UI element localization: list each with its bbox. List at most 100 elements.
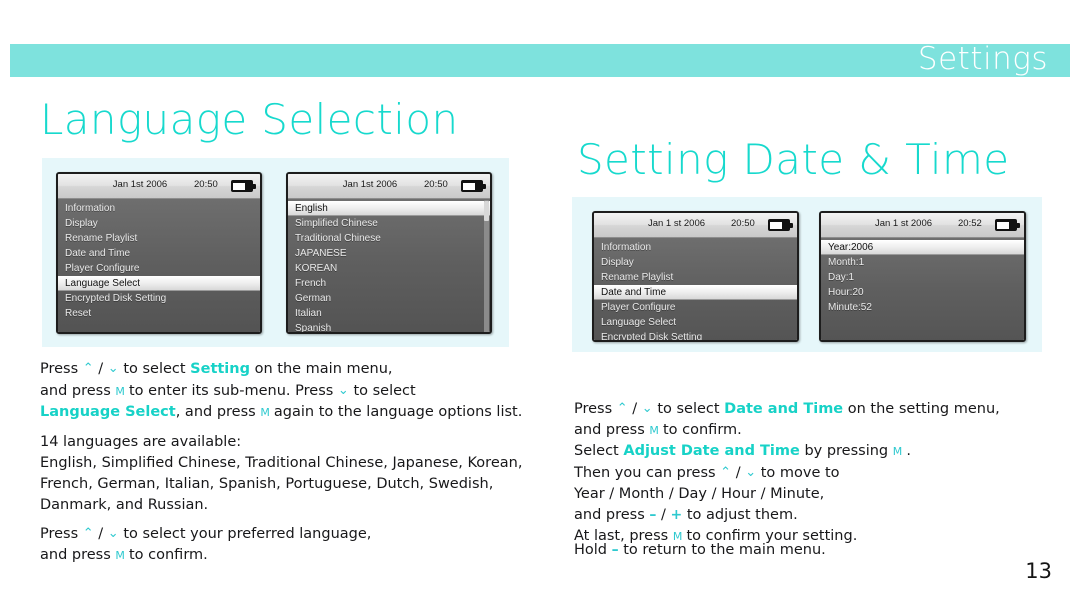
text: 14 languages are available: bbox=[40, 434, 242, 450]
device-status-bar: Jan 1st 2006 20:50 bbox=[58, 174, 260, 199]
down-arrow-icon: ⌄ bbox=[107, 526, 119, 541]
menu-item[interactable]: Player Configure bbox=[594, 300, 797, 315]
language-item[interactable]: Traditional Chinese bbox=[288, 231, 490, 246]
text: to select bbox=[123, 361, 186, 377]
status-time: 20:50 bbox=[424, 179, 448, 190]
minus-button-icon: – bbox=[611, 542, 619, 558]
language-item[interactable]: JAPANESE bbox=[288, 246, 490, 261]
menu-item[interactable]: Reset bbox=[58, 306, 260, 321]
text: on the setting menu, bbox=[847, 401, 1000, 417]
text: by pressing bbox=[804, 443, 889, 459]
device-status-bar: Jan 1 st 2006 20:52 bbox=[821, 213, 1024, 238]
highlight-setting: Setting bbox=[190, 361, 250, 377]
text: on the main menu, bbox=[254, 361, 393, 377]
text: to select bbox=[657, 401, 720, 417]
device-menu-list: Information Display Rename Playlist Date… bbox=[594, 238, 797, 340]
up-arrow-icon: ⌃ bbox=[720, 465, 732, 480]
text: Year / Month / Day / Hour / Minute, bbox=[574, 486, 825, 502]
menu-item[interactable]: Date and Time bbox=[58, 246, 260, 261]
m-button-icon: M bbox=[260, 406, 270, 419]
text: Then you can press bbox=[574, 465, 716, 481]
status-date: Jan 1st 2006 bbox=[112, 179, 168, 190]
language-item[interactable]: German bbox=[288, 291, 490, 306]
menu-item[interactable]: Rename Playlist bbox=[594, 270, 797, 285]
text: / bbox=[98, 361, 104, 377]
text: Danmark, and Russian. bbox=[40, 497, 209, 513]
manual-page: Settings Language Selection Jan 1st 2006… bbox=[0, 0, 1080, 605]
text: Press bbox=[574, 401, 613, 417]
text: . bbox=[906, 443, 911, 459]
header-title: Settings bbox=[917, 41, 1048, 77]
status-date: Jan 1 st 2006 bbox=[874, 218, 933, 229]
m-button-icon: M bbox=[115, 385, 125, 398]
page-title-language-selection: Language Selection bbox=[40, 95, 459, 144]
up-arrow-icon: ⌃ bbox=[616, 401, 628, 416]
text: / bbox=[632, 401, 638, 417]
menu-item[interactable]: Encrypted Disk Setting bbox=[594, 330, 797, 340]
menu-item[interactable]: Language Select bbox=[594, 315, 797, 330]
instructions-language-list: 14 languages are available: English, Sim… bbox=[40, 432, 522, 516]
text: / bbox=[98, 526, 104, 542]
datetime-field[interactable]: Hour:20 bbox=[821, 285, 1024, 300]
m-button-icon: M bbox=[649, 424, 659, 437]
text: and press bbox=[574, 422, 645, 438]
menu-item[interactable]: Display bbox=[594, 255, 797, 270]
device-language-list: English Simplified Chinese Traditional C… bbox=[288, 199, 490, 332]
datetime-field[interactable]: Minute:52 bbox=[821, 300, 1024, 315]
datetime-field[interactable]: Day:1 bbox=[821, 270, 1024, 285]
language-item[interactable]: KOREAN bbox=[288, 261, 490, 276]
language-item[interactable]: Italian bbox=[288, 306, 490, 321]
text: , and press bbox=[175, 404, 256, 420]
text: and press bbox=[40, 547, 111, 563]
text: and press bbox=[574, 507, 645, 523]
text: to adjust them. bbox=[686, 507, 798, 523]
menu-item[interactable]: Display bbox=[58, 216, 260, 231]
down-arrow-icon: ⌄ bbox=[641, 401, 653, 416]
m-button-icon: M bbox=[892, 445, 903, 458]
text: and press bbox=[40, 383, 111, 399]
text: Hold bbox=[574, 542, 608, 558]
device-screen-settings-menu: Jan 1st 2006 20:50 Information Display R… bbox=[56, 172, 262, 334]
menu-item[interactable]: Information bbox=[58, 201, 260, 216]
text: / bbox=[735, 465, 741, 481]
text: Press bbox=[40, 361, 79, 377]
text: to select your preferred language, bbox=[123, 526, 372, 542]
text: / bbox=[660, 507, 666, 523]
down-arrow-icon: ⌄ bbox=[337, 383, 349, 398]
page-title-setting-date-time: Setting Date & Time bbox=[577, 135, 1010, 184]
device-status-bar: Jan 1 st 2006 20:50 bbox=[594, 213, 797, 238]
page-number: 13 bbox=[1025, 559, 1052, 583]
scrollbar-thumb[interactable] bbox=[484, 201, 489, 221]
highlight-adjust-date-and-time: Adjust Date and Time bbox=[623, 443, 800, 459]
instructions-hold-return: Hold – to return to the main menu. bbox=[574, 540, 826, 561]
text: English, Simplified Chinese, Traditional… bbox=[40, 455, 523, 471]
menu-item-selected[interactable]: Language Select bbox=[58, 276, 260, 291]
up-arrow-icon: ⌃ bbox=[82, 361, 94, 376]
text: again to the language options list. bbox=[273, 404, 523, 420]
status-date: Jan 1st 2006 bbox=[342, 179, 398, 190]
status-date: Jan 1 st 2006 bbox=[647, 218, 706, 229]
highlight-language-select: Language Select bbox=[40, 404, 176, 420]
text: to confirm. bbox=[128, 547, 208, 563]
text: to confirm. bbox=[662, 422, 742, 438]
device-screen-language-list: Jan 1st 2006 20:50 English Simplified Ch… bbox=[286, 172, 492, 334]
datetime-field-selected[interactable]: Year:2006 bbox=[821, 240, 1024, 255]
language-item-selected[interactable]: English bbox=[288, 201, 490, 216]
status-time: 20:52 bbox=[958, 218, 982, 229]
language-item[interactable]: Simplified Chinese bbox=[288, 216, 490, 231]
language-item[interactable]: Spanish bbox=[288, 321, 490, 332]
text: French, German, Italian, Spanish, Portug… bbox=[40, 476, 494, 492]
battery-icon bbox=[768, 219, 793, 231]
menu-item[interactable]: Encrypted Disk Setting bbox=[58, 291, 260, 306]
minus-button-icon: – bbox=[649, 507, 657, 523]
header-bar bbox=[10, 44, 1070, 77]
text: to move to bbox=[760, 465, 840, 481]
menu-item[interactable]: Rename Playlist bbox=[58, 231, 260, 246]
datetime-field[interactable]: Month:1 bbox=[821, 255, 1024, 270]
menu-item[interactable]: Player Configure bbox=[58, 261, 260, 276]
instructions-language-step2: Press ⌃ / ⌄ to select your preferred lan… bbox=[40, 523, 371, 566]
menu-item-selected[interactable]: Date and Time bbox=[594, 285, 797, 300]
text: Press bbox=[40, 526, 79, 542]
menu-item[interactable]: Information bbox=[594, 240, 797, 255]
language-item[interactable]: French bbox=[288, 276, 490, 291]
